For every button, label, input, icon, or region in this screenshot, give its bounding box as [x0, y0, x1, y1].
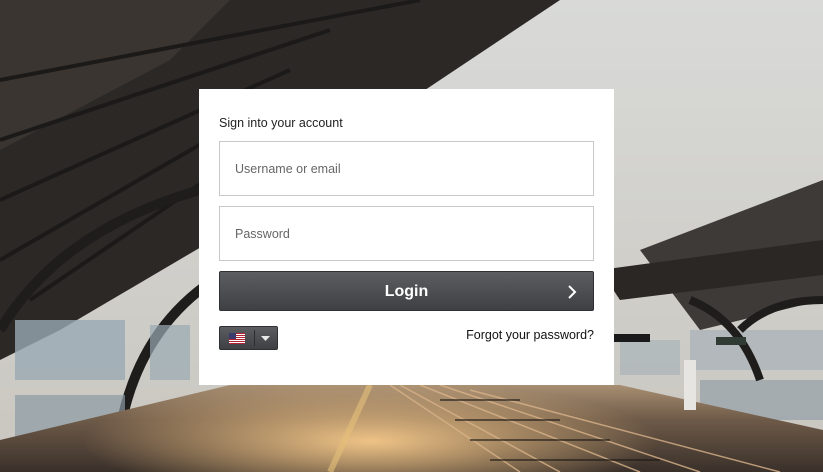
us-flag-icon	[229, 333, 245, 344]
forgot-password-link[interactable]: Forgot your password?	[466, 328, 594, 342]
password-input[interactable]	[219, 206, 594, 261]
language-divider	[254, 330, 255, 346]
username-input[interactable]	[219, 141, 594, 196]
login-title: Sign into your account	[219, 116, 343, 130]
login-card: Sign into your account Login Forgot your…	[199, 89, 614, 385]
language-selector[interactable]	[219, 326, 278, 350]
caret-down-icon	[261, 336, 270, 341]
chevron-right-icon	[568, 285, 577, 299]
login-button[interactable]: Login	[219, 271, 594, 311]
login-button-label: Login	[384, 283, 429, 300]
